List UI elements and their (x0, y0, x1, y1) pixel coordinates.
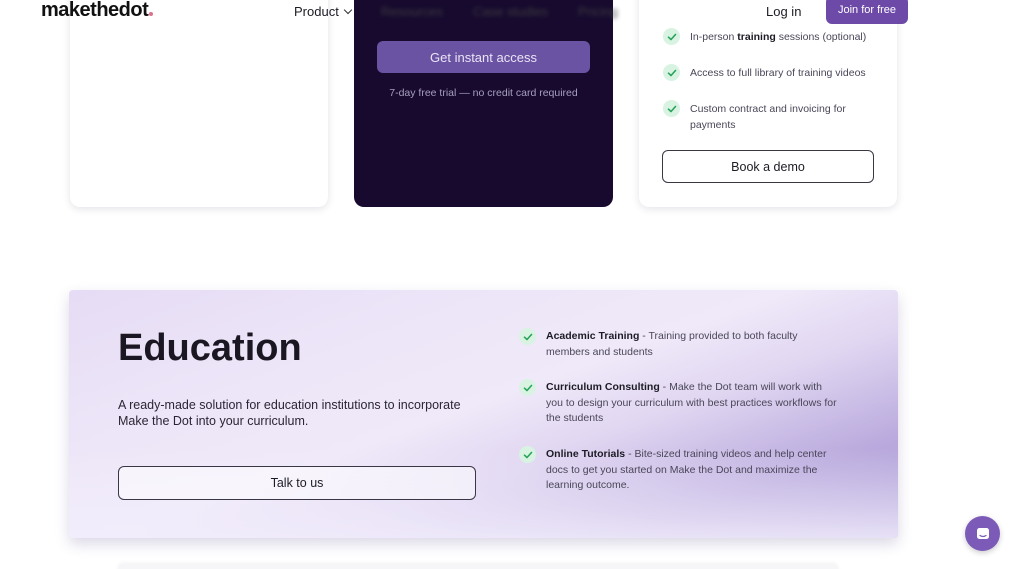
education-feature-text: Online Tutorials - Bite-sized training v… (546, 447, 839, 494)
nav-item-label: Product (294, 4, 339, 19)
logo-dot (149, 12, 154, 16)
education-feature-text: Academic Training - Training provided to… (546, 329, 839, 360)
feature-text: In-person training sessions (optional) (690, 29, 866, 45)
education-feature-text: Curriculum Consulting - Make the Dot tea… (546, 380, 839, 427)
feature-text: Custom contract and invoicing for paymen… (690, 103, 846, 131)
education-feature-title: Academic Training (546, 330, 640, 342)
check-icon (519, 379, 536, 396)
nav-item-pricing[interactable]: Pricing (578, 4, 618, 19)
chat-launcher-button[interactable] (965, 516, 1000, 551)
pricing-card-featured: Get instant access 7-day free trial — no… (354, 0, 613, 207)
feature-item: In-person training sessions (optional) (663, 28, 883, 45)
next-section-card-edge (118, 564, 838, 569)
education-feature: Curriculum Consulting - Make the Dot tea… (519, 379, 839, 427)
get-instant-access-button[interactable]: Get instant access (377, 41, 590, 73)
education-title: Education (118, 327, 302, 369)
feature-text-part: sessions (optional) (775, 31, 867, 43)
education-feature: Academic Training - Training provided to… (519, 328, 839, 360)
check-icon (663, 100, 680, 117)
chevron-down-icon (343, 5, 353, 14)
education-feature-title: Curriculum Consulting (546, 381, 660, 393)
trial-note: 7-day free trial — no credit card requir… (389, 87, 578, 99)
education-feature-title: Online Tutorials (546, 448, 626, 460)
pricing-card-left (70, 0, 328, 207)
check-icon (663, 64, 680, 81)
nav-item-resources[interactable]: Resources (381, 4, 443, 19)
education-section: Education A ready-made solution for educ… (69, 290, 898, 538)
check-icon (519, 446, 536, 463)
page: makethedot Product Resources Case studie… (0, 0, 1024, 569)
education-description: A ready-made solution for education inst… (118, 398, 461, 428)
check-icon (663, 28, 680, 45)
join-button[interactable]: Join for free (826, 0, 908, 24)
nav-item-label: Case studies (472, 4, 549, 19)
feature-text-part: In-person (690, 31, 738, 43)
feature-text: Access to full library of training video… (690, 67, 866, 79)
nav-item-label: Resources (380, 4, 443, 19)
feature-item: Access to full library of training video… (663, 64, 883, 81)
pricing-card-right: In-person training sessions (optional) A… (639, 0, 897, 207)
chat-icon (976, 527, 989, 539)
nav-item-case-studies[interactable]: Case studies (473, 4, 548, 19)
talk-to-us-button[interactable]: Talk to us (118, 466, 476, 500)
book-demo-button[interactable]: Book a demo (662, 150, 874, 183)
main-nav: Product Resources Case studies Pricing (294, 4, 618, 19)
check-icon (519, 328, 536, 345)
site-header: makethedot Product Resources Case studie… (0, 0, 1024, 26)
nav-item-product[interactable]: Product (294, 4, 353, 19)
logo[interactable]: makethedot (41, 0, 154, 22)
nav-item-label: Pricing (578, 4, 618, 19)
feature-item: Custom contract and invoicing for paymen… (663, 100, 883, 133)
logo-text: makethedot (41, 0, 149, 21)
education-feature: Online Tutorials - Bite-sized training v… (519, 446, 839, 494)
feature-text-bold: training (737, 31, 776, 43)
login-link[interactable]: Log in (766, 4, 801, 19)
